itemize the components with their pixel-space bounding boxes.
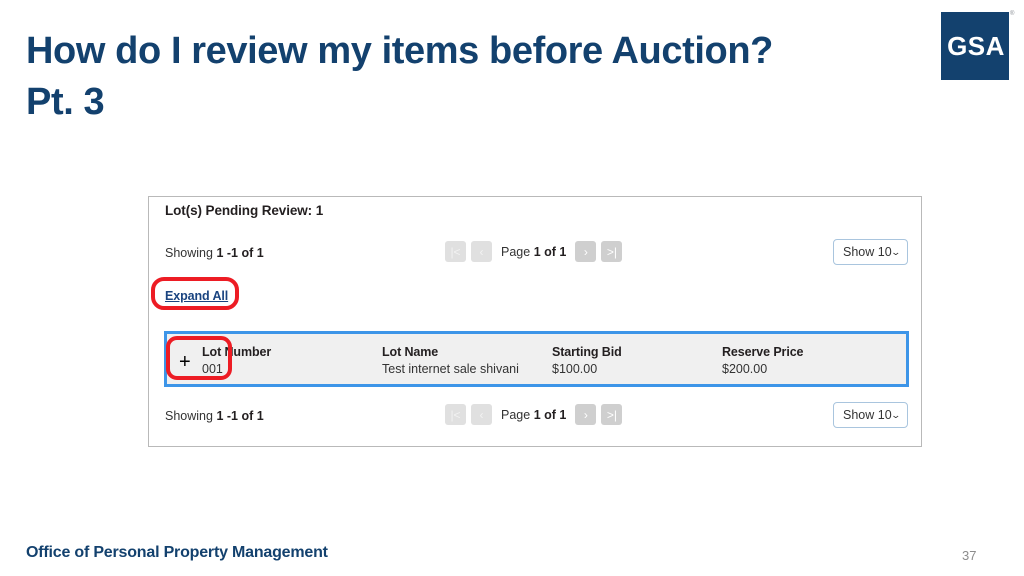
last-page-button[interactable]: >|	[601, 241, 623, 262]
last-page-button[interactable]: >|	[601, 404, 623, 425]
first-page-button[interactable]: |<	[445, 404, 466, 425]
page-current: 1	[533, 407, 541, 422]
pagination-bar-bottom: Showing 1 -1 of 1 |< ‹ Page 1 of 1 › >| …	[149, 402, 923, 434]
trademark-icon: ®	[1010, 11, 1015, 17]
showing-prefix: Showing	[165, 246, 213, 260]
annotation-box-lot-number	[166, 336, 232, 380]
lot-row[interactable]: + Lot Number 001 Lot Name Test internet …	[164, 331, 909, 387]
previous-page-button[interactable]: ‹	[471, 404, 492, 425]
page-prefix: Page	[501, 407, 531, 422]
showing-of: of	[241, 246, 254, 260]
page-size-value: Show 10	[843, 245, 892, 259]
lot-name-label: Lot Name	[382, 345, 439, 359]
lot-name-value: Test internet sale shivani	[382, 362, 519, 376]
slide-number: 37	[962, 548, 977, 563]
next-page-button[interactable]: ›	[575, 404, 597, 425]
gsa-logo-text: GSA	[947, 31, 1005, 61]
page-of: of	[544, 244, 556, 259]
next-page-button[interactable]: ›	[575, 241, 597, 262]
footer-office-name: Office of Personal Property Management	[26, 544, 328, 561]
page-size-select-top[interactable]: Show 10 ⌄	[833, 239, 908, 265]
lots-pending-review-panel: Lot(s) Pending Review: 1 Showing 1 -1 of…	[148, 196, 922, 447]
starting-bid-cell: Starting Bid $100.00	[552, 345, 622, 376]
pager-controls-bottom: |< ‹ Page 1 of 1 › >|	[445, 404, 623, 425]
page-total: 1	[559, 407, 567, 422]
chevron-down-icon: ⌄	[890, 246, 902, 257]
lot-name-cell: Lot Name Test internet sale shivani	[382, 345, 519, 376]
panel-heading: Lot(s) Pending Review: 1	[165, 203, 324, 218]
showing-of: of	[241, 409, 254, 423]
reserve-price-value: $200.00	[722, 362, 768, 376]
showing-range: 1 -1	[216, 246, 238, 260]
starting-bid-label: Starting Bid	[552, 345, 622, 359]
gsa-logo: GSA	[941, 12, 1009, 80]
page-total: 1	[559, 244, 567, 259]
page-indicator-top: Page 1 of 1	[497, 245, 570, 259]
showing-range: 1 -1	[216, 409, 238, 423]
page-prefix: Page	[501, 244, 531, 259]
showing-summary-bottom: Showing 1 -1 of 1	[165, 409, 264, 423]
pager-controls-top: |< ‹ Page 1 of 1 › >|	[445, 241, 623, 262]
annotation-box-expand-all	[151, 277, 239, 310]
showing-prefix: Showing	[165, 409, 213, 423]
pagination-bar-top: Showing 1 -1 of 1 |< ‹ Page 1 of 1 › >| …	[149, 239, 923, 271]
page-size-value: Show 10	[843, 408, 892, 422]
chevron-down-icon: ⌄	[890, 409, 902, 420]
page-of: of	[544, 407, 556, 422]
starting-bid-value: $100.00	[552, 362, 598, 376]
showing-total: 1	[256, 246, 264, 260]
page-indicator-bottom: Page 1 of 1	[497, 408, 570, 422]
showing-total: 1	[256, 409, 264, 423]
showing-summary-top: Showing 1 -1 of 1	[165, 246, 264, 260]
reserve-price-cell: Reserve Price $200.00	[722, 345, 804, 376]
previous-page-button[interactable]: ‹	[471, 241, 492, 262]
first-page-button[interactable]: |<	[445, 241, 466, 262]
reserve-price-label: Reserve Price	[722, 345, 804, 359]
page-current: 1	[533, 244, 541, 259]
page-size-select-bottom[interactable]: Show 10 ⌄	[833, 402, 908, 428]
page-title: How do I review my items before Auction?…	[26, 30, 773, 123]
